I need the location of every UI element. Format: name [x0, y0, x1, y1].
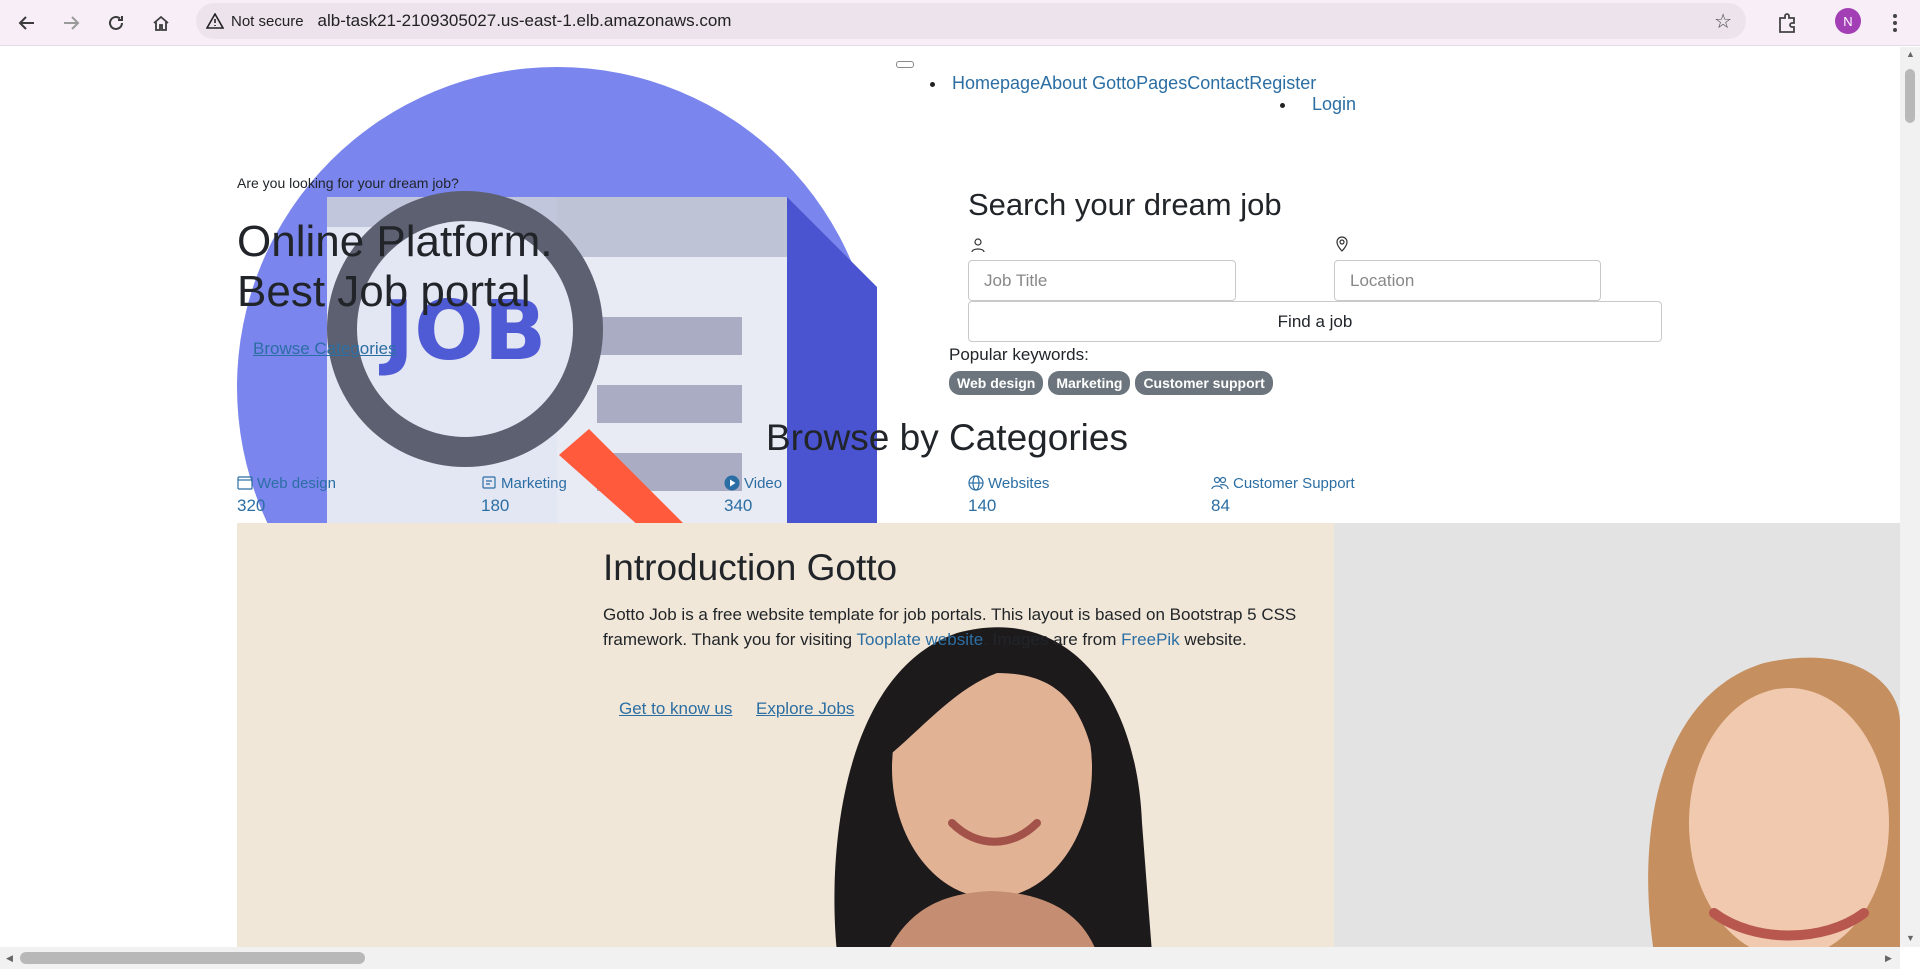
keyword-tags: Web design Marketing Customer support	[949, 371, 1273, 395]
category-count: 340	[724, 496, 753, 515]
forward-icon[interactable]	[54, 6, 88, 40]
browser-menu-icon[interactable]	[1880, 6, 1910, 40]
nav-item-contact[interactable]: Contact	[1187, 73, 1249, 93]
horizontal-scrollbar[interactable]: ◀ ▶	[0, 947, 1900, 969]
nav-item-homepage[interactable]: Homepage	[952, 73, 1040, 93]
category-count: 180	[481, 496, 510, 515]
hero-title-line2: Best Job portal	[237, 267, 531, 316]
scroll-right-arrow-icon[interactable]: ▶	[1885, 953, 1892, 964]
categories-title: Browse by Categories	[766, 417, 1128, 458]
job-title-input[interactable]: Job Title	[968, 260, 1236, 301]
hero-title-line1: Online Platform.	[237, 217, 553, 266]
security-indicator[interactable]: Not secure	[206, 13, 304, 30]
nav-item-login[interactable]: Login	[1312, 94, 1356, 114]
profile-avatar[interactable]: N	[1835, 8, 1861, 34]
nav-item-pages[interactable]: Pages	[1136, 73, 1187, 93]
navbar-toggler-button[interactable]	[896, 61, 914, 68]
popular-keywords-label: Popular keywords:	[949, 345, 1089, 364]
home-icon[interactable]	[144, 6, 178, 40]
intro-text-part: . Images are from	[983, 630, 1122, 649]
play-circle-icon	[724, 475, 740, 491]
browser-icon	[237, 476, 253, 490]
intro-paragraph: Gotto Job is a free website template for…	[603, 602, 1303, 652]
horizontal-scroll-thumb[interactable]	[20, 952, 365, 964]
vertical-scrollbar[interactable]: ▲ ▼	[1900, 47, 1920, 947]
keyword-tag-web-design[interactable]: Web design	[949, 371, 1044, 395]
scroll-left-arrow-icon[interactable]: ◀	[6, 953, 13, 964]
browse-categories-link[interactable]: Browse Categories	[253, 339, 397, 359]
person-icon	[971, 238, 985, 253]
scroll-down-arrow-icon[interactable]: ▼	[1906, 933, 1915, 943]
category-label: Marketing	[501, 474, 567, 492]
tooplate-link[interactable]: Tooplate website	[857, 630, 984, 649]
category-count: 140	[968, 496, 997, 515]
category-websites[interactable]: Websites 140	[968, 473, 1168, 516]
category-marketing[interactable]: Marketing 180	[481, 473, 681, 516]
nav-item-register[interactable]: Register	[1249, 73, 1316, 93]
freepik-link[interactable]: FreePik	[1121, 630, 1180, 649]
category-web-design[interactable]: Web design 320	[237, 473, 437, 516]
browser-toolbar: Not secure alb-task21-2109305027.us-east…	[0, 0, 1920, 46]
category-count: 320	[237, 496, 266, 515]
people-icon	[1211, 476, 1229, 490]
scroll-up-arrow-icon[interactable]: ▲	[1906, 49, 1915, 59]
category-label: Customer Support	[1233, 474, 1355, 492]
category-count: 84	[1211, 496, 1230, 515]
extensions-icon[interactable]	[1770, 6, 1804, 40]
nav-login-row: Login	[1280, 94, 1356, 115]
hero-title: Online Platform. Best Job portal	[237, 217, 552, 317]
category-label: Web design	[257, 474, 336, 492]
intro-title: Introduction Gotto	[603, 547, 898, 588]
location-input[interactable]: Location	[1334, 260, 1601, 301]
keyword-tag-customer-support[interactable]: Customer support	[1135, 371, 1273, 395]
url-text[interactable]: alb-task21-2109305027.us-east-1.elb.amaz…	[318, 11, 732, 31]
find-job-button[interactable]: Find a job	[968, 301, 1662, 342]
second-woman-photo	[1334, 523, 1900, 947]
page-viewport: JOB HomepageAbout GottoPagesContactRegis…	[0, 47, 1900, 947]
get-to-know-us-button[interactable]: Get to know us	[619, 699, 732, 719]
explore-jobs-button[interactable]: Explore Jobs	[756, 699, 854, 719]
reload-icon[interactable]	[99, 6, 133, 40]
address-bar[interactable]: Not secure alb-task21-2109305027.us-east…	[196, 3, 1746, 39]
category-label: Video	[744, 474, 783, 492]
search-title: Search your dream job	[968, 187, 1282, 222]
category-customer-support[interactable]: Customer Support 84	[1211, 473, 1411, 516]
security-label: Not secure	[231, 12, 304, 30]
keyword-tag-marketing[interactable]: Marketing	[1048, 371, 1131, 395]
back-icon[interactable]	[10, 6, 44, 40]
nav-bullet	[930, 81, 935, 87]
hero-subtitle: Are you looking for your dream job?	[237, 175, 459, 191]
category-label: Websites	[988, 474, 1050, 492]
warning-icon	[206, 13, 224, 29]
nav-bullet	[1280, 102, 1285, 108]
location-pin-icon	[1336, 236, 1348, 252]
megaphone-icon	[482, 476, 496, 489]
intro-text-part: website.	[1179, 630, 1247, 649]
nav-item-about[interactable]: About Gotto	[1040, 73, 1136, 93]
category-video[interactable]: Video 340	[724, 473, 924, 516]
vertical-scroll-thumb[interactable]	[1905, 69, 1915, 123]
globe-icon	[968, 475, 984, 491]
bookmark-star-icon[interactable]: ☆	[1714, 9, 1732, 34]
